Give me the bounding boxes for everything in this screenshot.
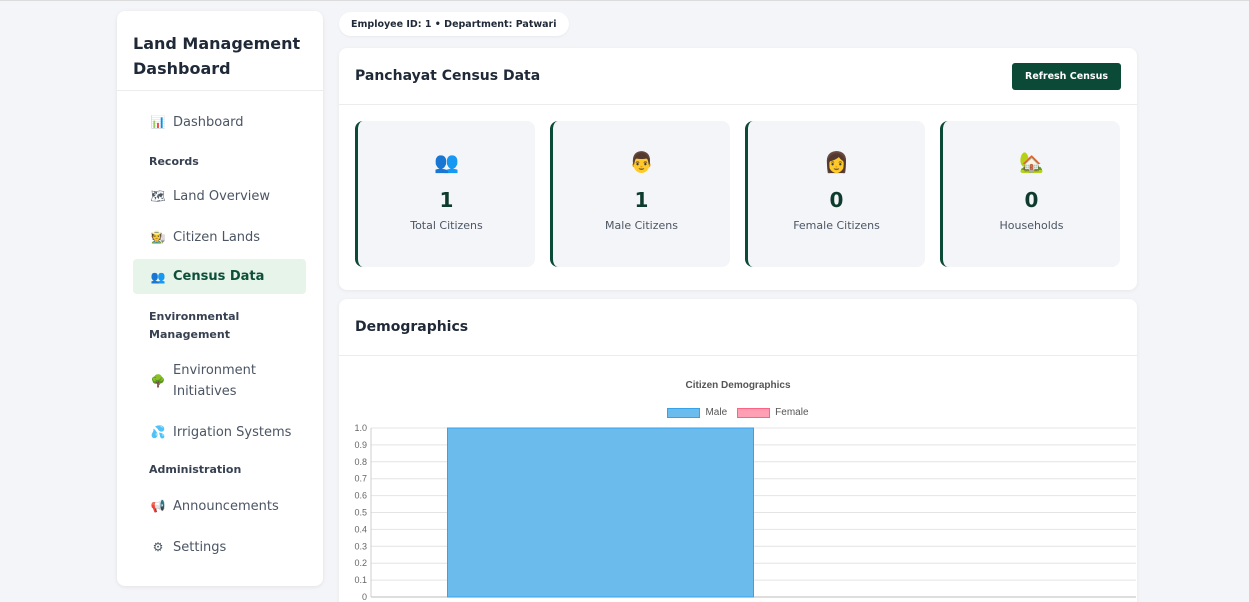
gear-icon: ⚙	[152, 540, 164, 554]
people-icon: 👥	[150, 269, 166, 284]
refresh-census-button[interactable]: Refresh Census	[1012, 62, 1121, 90]
stat-label: Male Citizens	[605, 219, 678, 232]
sidebar-item-irrigation-systems[interactable]: 💦 Irrigation Systems	[133, 421, 306, 443]
stat-label: Households	[999, 219, 1064, 232]
stat-card-male-citizens: 👨 1 Male Citizens	[550, 121, 730, 267]
tree-icon: 🌳	[150, 374, 166, 388]
stat-value: 0	[829, 188, 844, 212]
y-tick-label: 0.3	[354, 541, 367, 551]
sidebar-item-announcements[interactable]: 📢 Announcements	[133, 495, 306, 517]
map-icon: 🗺	[150, 189, 166, 203]
y-tick-label: 0.4	[354, 524, 367, 534]
y-tick-label: 0.8	[354, 457, 367, 467]
chart-svg: 0 0.1 0.2 0.3 0.4 0.5 0.6 0.7 0.8 0.9 1.0	[354, 423, 1136, 602]
sidebar-item-environment-initiatives[interactable]: 🌳 Environment Initiatives	[133, 360, 306, 402]
demographics-header: Demographics	[339, 299, 1137, 356]
farmer-icon: 🧑‍🌾	[150, 230, 166, 244]
stat-card-total-citizens: 👥 1 Total Citizens	[355, 121, 535, 267]
census-stats: 👥 1 Total Citizens 👨 1 Male Citizens 👩 0 Female …	[339, 105, 1137, 290]
stat-label: Female Citizens	[793, 219, 880, 232]
y-tick-label: 0	[362, 592, 367, 602]
y-tick-label: 0.1	[354, 575, 367, 585]
sidebar-item-label: Irrigation Systems	[173, 424, 292, 440]
sidebar-item-label: Environment Initiatives	[173, 363, 257, 399]
sidebar-item-label: Dashboard	[173, 114, 244, 130]
sidebar-section-label: Administration	[149, 463, 242, 476]
stat-card-female-citizens: 👩 0 Female Citizens	[745, 121, 925, 267]
stat-value: 0	[1024, 188, 1039, 212]
woman-icon: 👩	[824, 150, 849, 174]
sidebar-item-settings[interactable]: ⚙ Settings	[133, 536, 306, 558]
sidebar-item-label: Census Data	[173, 269, 265, 284]
people-icon: 👥	[434, 150, 459, 174]
sidebar-item-label: Land Overview	[173, 188, 271, 204]
sidebar-item-dashboard[interactable]: 📊 Dashboard	[133, 111, 306, 133]
stat-value: 1	[634, 188, 649, 212]
y-tick-label: 0.9	[354, 440, 367, 450]
sidebar-item-label: Announcements	[173, 498, 279, 514]
demographics-chart: Citizen Demographics Male Female 0 0.1 0.2 0…	[339, 356, 1137, 602]
y-tick-label: 0.6	[354, 491, 367, 501]
sidebar-item-census-data[interactable]: 👥 Census Data	[133, 259, 306, 294]
house-icon: 🏡	[1019, 150, 1044, 174]
y-tick-label: 0.7	[354, 474, 367, 484]
stat-value: 1	[439, 188, 454, 212]
sidebar-item-land-overview[interactable]: 🗺 Land Overview	[133, 185, 306, 207]
sidebar-item-label: Settings	[173, 539, 227, 555]
sidebar-item-citizen-lands[interactable]: 🧑‍🌾 Citizen Lands	[133, 226, 306, 248]
census-card-header: Panchayat Census Data Refresh Census	[339, 48, 1137, 105]
employee-badge: Employee ID: 1 • Department: Patwari	[339, 12, 569, 36]
stat-label: Total Citizens	[410, 219, 483, 232]
demographics-card: Demographics Citizen Demographics Male Fe…	[339, 299, 1137, 602]
y-tick-label: 0.2	[354, 558, 367, 568]
census-card: Panchayat Census Data Refresh Census 👥 1 T…	[339, 48, 1137, 290]
y-tick-label: 0.5	[354, 508, 367, 518]
sidebar: Land Management Dashboard 📊 Dashboard Reco…	[117, 11, 323, 586]
bar-male[interactable]	[447, 427, 754, 598]
sidebar-item-label: Citizen Lands	[173, 229, 261, 245]
census-title: Panchayat Census Data	[355, 68, 541, 84]
stat-card-households: 🏡 0 Households	[940, 121, 1120, 267]
man-icon: 👨	[629, 150, 654, 174]
sidebar-title: Land Management Dashboard	[117, 11, 323, 91]
sidebar-section-label: Records	[149, 155, 199, 168]
demographics-title: Demographics	[355, 319, 469, 335]
y-tick-label: 1.0	[354, 423, 367, 433]
sidebar-section-label: Environmental Management	[149, 310, 240, 341]
bar-chart-icon: 📊	[150, 115, 166, 129]
megaphone-icon: 📢	[150, 499, 166, 513]
water-drops-icon: 💦	[150, 425, 166, 439]
